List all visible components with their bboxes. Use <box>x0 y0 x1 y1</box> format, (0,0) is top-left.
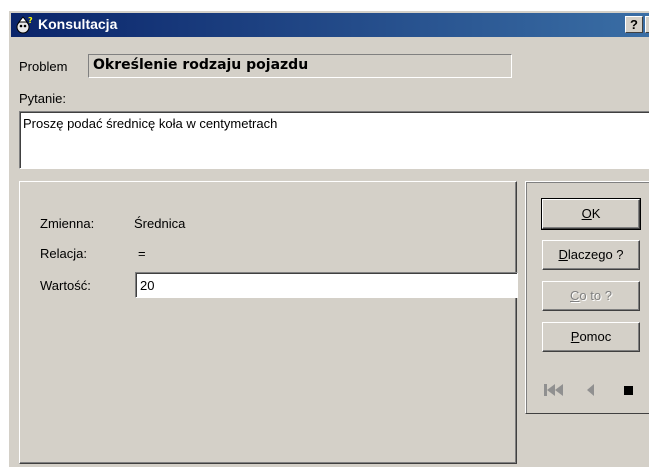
relation-value: = <box>138 246 146 261</box>
question-label: Pytanie: <box>19 91 66 106</box>
problem-label: Problem <box>19 59 68 74</box>
what-is-it-button[interactable]: Co to ? <box>542 281 640 311</box>
help-button[interactable]: Pomoc <box>542 322 640 352</box>
value-input[interactable] <box>135 272 518 298</box>
close-title-button[interactable]: X <box>645 16 649 33</box>
consultation-window: ? Konsultacja ? X Problem Określenie rod… <box>8 10 649 467</box>
app-icon: ? <box>16 16 33 34</box>
stop-icon[interactable] <box>622 382 636 398</box>
relation-label: Relacja: <box>40 246 87 261</box>
problem-field: Określenie rodzaju pojazdu <box>88 54 512 78</box>
question-text: Proszę podać średnicę koła w centymetrac… <box>19 111 649 169</box>
ok-button[interactable]: OK <box>541 198 641 230</box>
ok-button-label: K <box>591 206 601 221</box>
why-button[interactable]: Dlaczego ? <box>542 240 640 270</box>
value-label: Wartość: <box>40 278 91 293</box>
variable-panel: Zmienna: Średnica Relacja: = Wartość: <box>19 181 518 464</box>
what-is-it-button-mnemonic: C <box>570 288 580 303</box>
what-is-it-button-label: o to ? <box>579 288 612 303</box>
skip-to-first-icon[interactable] <box>543 382 565 398</box>
svg-text:?: ? <box>28 16 33 25</box>
variable-value: Średnica <box>134 216 186 231</box>
button-panel: OK Dlaczego ? Co to ? Pomoc <box>525 181 649 414</box>
previous-icon[interactable] <box>584 382 598 398</box>
title-bar[interactable]: ? Konsultacja ? X <box>11 13 649 37</box>
help-button-label: omoc <box>579 329 612 344</box>
variable-label: Zmienna: <box>40 216 95 231</box>
ok-button-mnemonic: O <box>581 206 592 221</box>
help-title-button[interactable]: ? <box>625 16 643 33</box>
window-title: Konsultacja <box>38 16 118 32</box>
why-button-mnemonic: D <box>558 247 568 262</box>
why-button-label: laczego ? <box>567 247 624 262</box>
